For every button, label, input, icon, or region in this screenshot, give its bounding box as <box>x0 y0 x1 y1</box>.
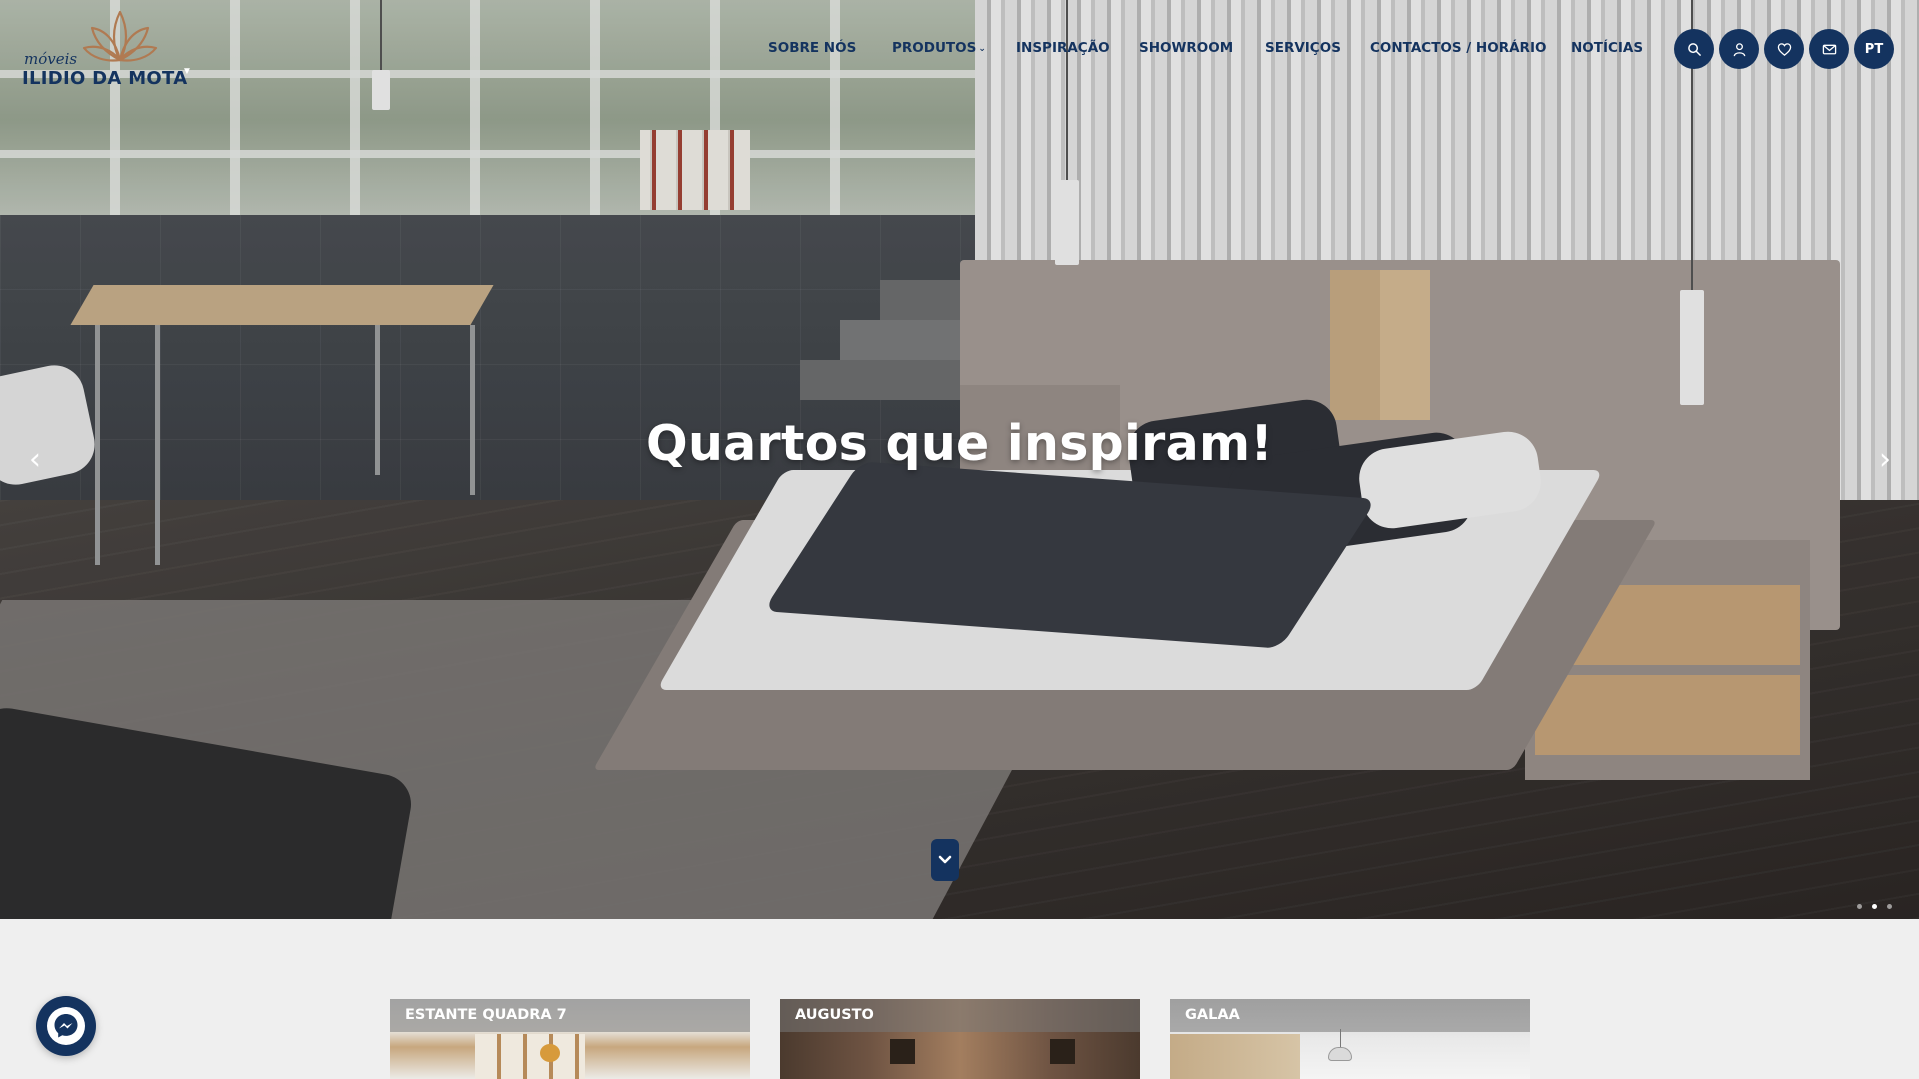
language-button[interactable]: PT <box>1854 29 1894 69</box>
product-card[interactable]: GALAA <box>1170 999 1530 1079</box>
wishlist-button[interactable] <box>1764 29 1804 69</box>
account-button[interactable] <box>1719 29 1759 69</box>
nav-item-contactos[interactable]: CONTACTOS / HORÁRIO <box>1370 40 1546 56</box>
lotus-logo-icon <box>82 10 158 62</box>
nav-item-produtos[interactable]: PRODUTOS ⌄ <box>892 40 986 56</box>
nav-item-label: SERVIÇOS <box>1265 40 1341 56</box>
nav-item-noticias[interactable]: NOTÍCIAS <box>1571 40 1643 56</box>
user-icon <box>1733 42 1745 56</box>
nav-item-servicos[interactable]: SERVIÇOS <box>1265 40 1341 56</box>
slider-pagination <box>1857 904 1892 909</box>
slider-dot[interactable] <box>1887 904 1892 909</box>
product-card[interactable]: ESTANTE QUADRA 7 <box>390 999 750 1079</box>
logo-wordmark: ILIDIO DA MOTA <box>22 68 188 89</box>
search-button[interactable] <box>1674 29 1714 69</box>
caret-down-icon: ▼ <box>182 66 192 77</box>
header-actions: PT <box>1674 29 1894 69</box>
logo-subtitle: móveis <box>24 50 78 68</box>
nav-item-sobre-nos[interactable]: SOBRE NÓS <box>768 40 856 56</box>
nav-item-inspiracao[interactable]: INSPIRAÇÃO <box>1016 40 1110 56</box>
nav-item-label: PRODUTOS <box>892 40 977 56</box>
product-title: AUGUSTO <box>780 999 1140 1032</box>
messenger-chat-button[interactable] <box>36 996 96 1056</box>
product-card[interactable]: AUGUSTO <box>780 999 1140 1079</box>
nav-item-label: CONTACTOS / HORÁRIO <box>1370 40 1547 56</box>
featured-products: ESTANTE QUADRA 7 AUGUSTO GALAA <box>0 999 1919 1079</box>
slider-next-arrow[interactable]: › <box>1870 445 1900 475</box>
slider-prev-arrow[interactable]: ‹ <box>20 445 50 475</box>
product-title: ESTANTE QUADRA 7 <box>390 999 750 1032</box>
chevron-down-icon <box>938 855 952 864</box>
site-logo[interactable]: móveis ILIDIO DA MOTA ▼ <box>22 6 202 89</box>
scroll-down-button[interactable] <box>931 839 959 881</box>
search-icon <box>1687 42 1701 56</box>
nav-item-showroom[interactable]: SHOWROOM <box>1139 40 1233 56</box>
nav-item-label: SOBRE NÓS <box>768 40 857 56</box>
nav-item-label: NOTÍCIAS <box>1571 40 1644 56</box>
hero-heading: Quartos que inspiram! <box>646 415 1273 472</box>
nav-item-label: SHOWROOM <box>1139 40 1234 56</box>
chevron-down-icon: ⌄ <box>978 44 986 54</box>
nav-item-label: INSPIRAÇÃO <box>1016 40 1110 56</box>
slider-dot[interactable] <box>1857 904 1862 909</box>
heart-icon <box>1777 42 1791 56</box>
hero-slider: Quartos que inspiram! ‹ › <box>0 0 1919 919</box>
messenger-icon <box>54 1014 78 1038</box>
product-title: GALAA <box>1170 999 1530 1032</box>
slider-dot[interactable] <box>1872 904 1877 909</box>
mail-icon <box>1822 44 1836 54</box>
contact-button[interactable] <box>1809 29 1849 69</box>
